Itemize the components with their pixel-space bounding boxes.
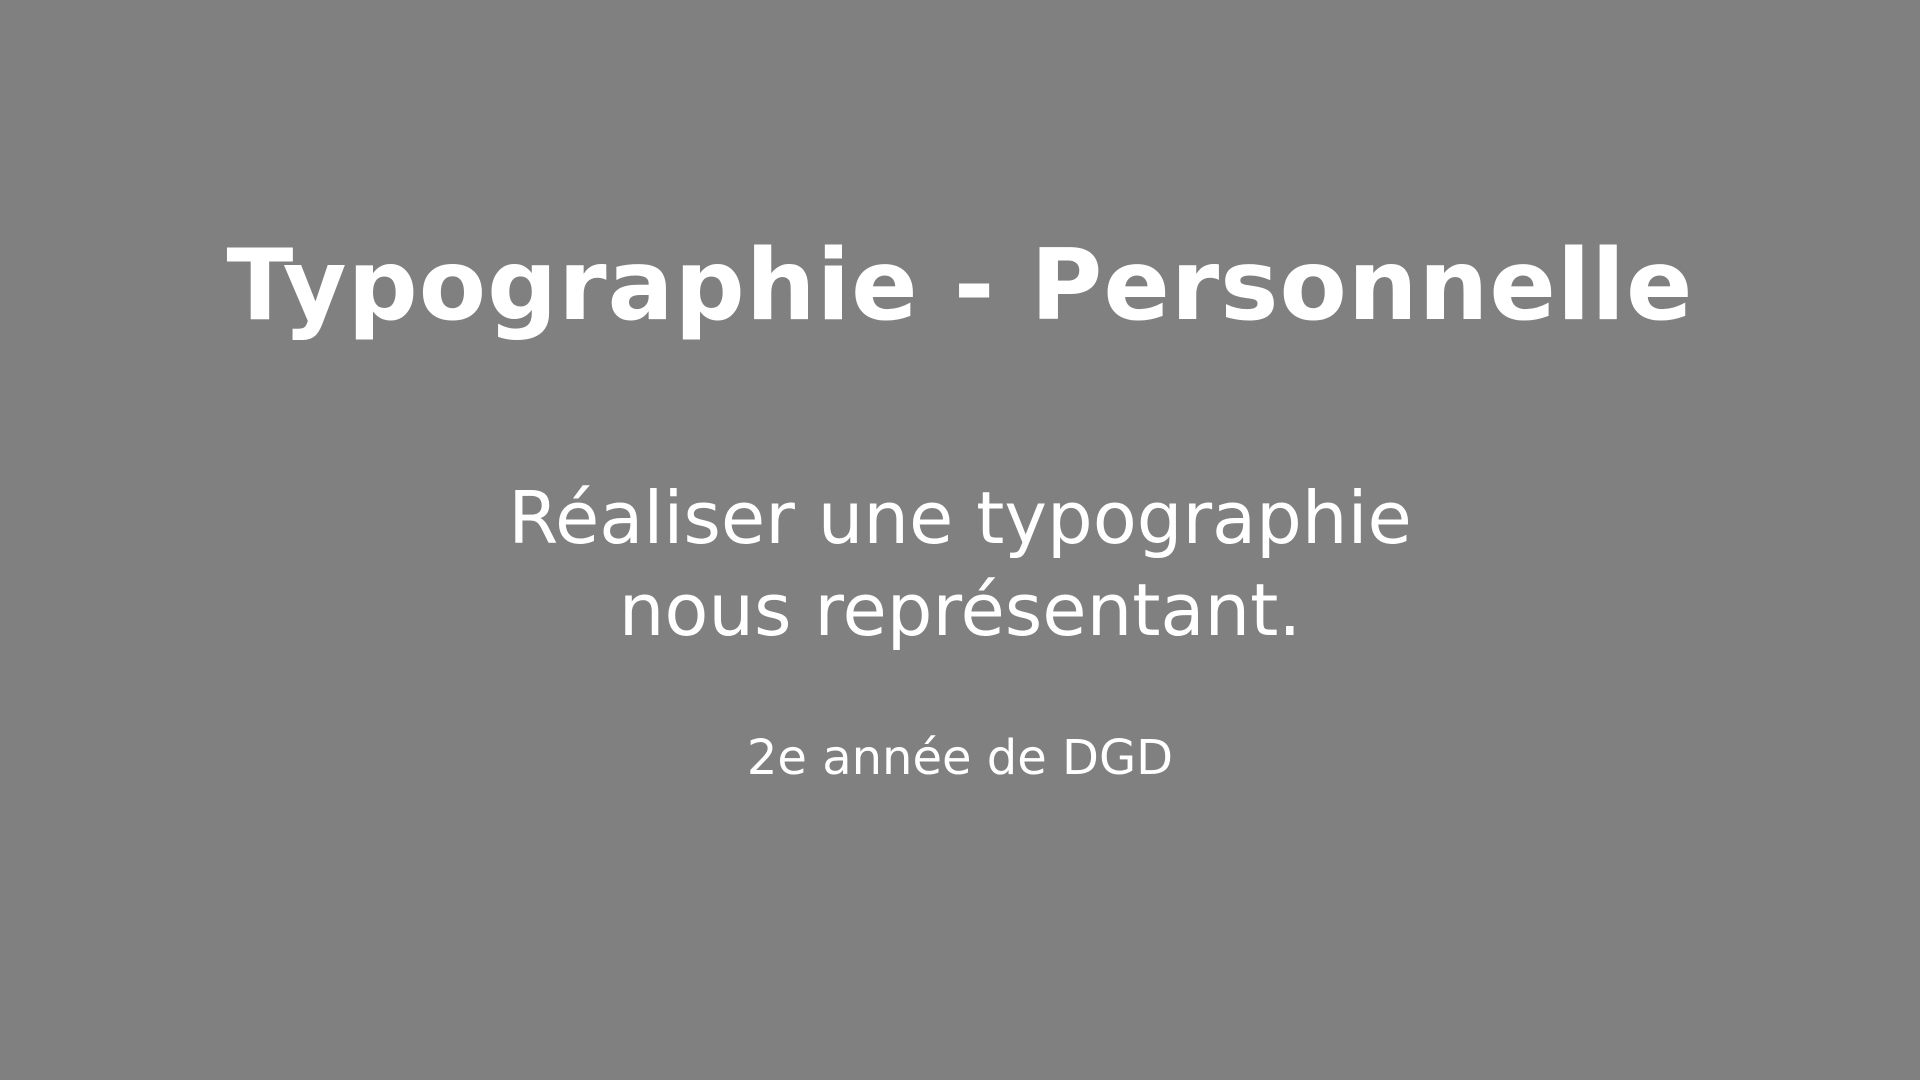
subtitle-line-1: Réaliser une typographie	[508, 476, 1412, 560]
slide-note: 2e année de DGD	[746, 730, 1174, 786]
slide-title: Typographie - Personnelle	[226, 229, 1694, 343]
subtitle-line-2: nous représentant.	[618, 568, 1302, 652]
slide-subtitle: Réaliser une typographie nous représenta…	[0, 472, 1920, 656]
slide: Typographie - Personnelle Réaliser une t…	[0, 0, 1920, 1080]
